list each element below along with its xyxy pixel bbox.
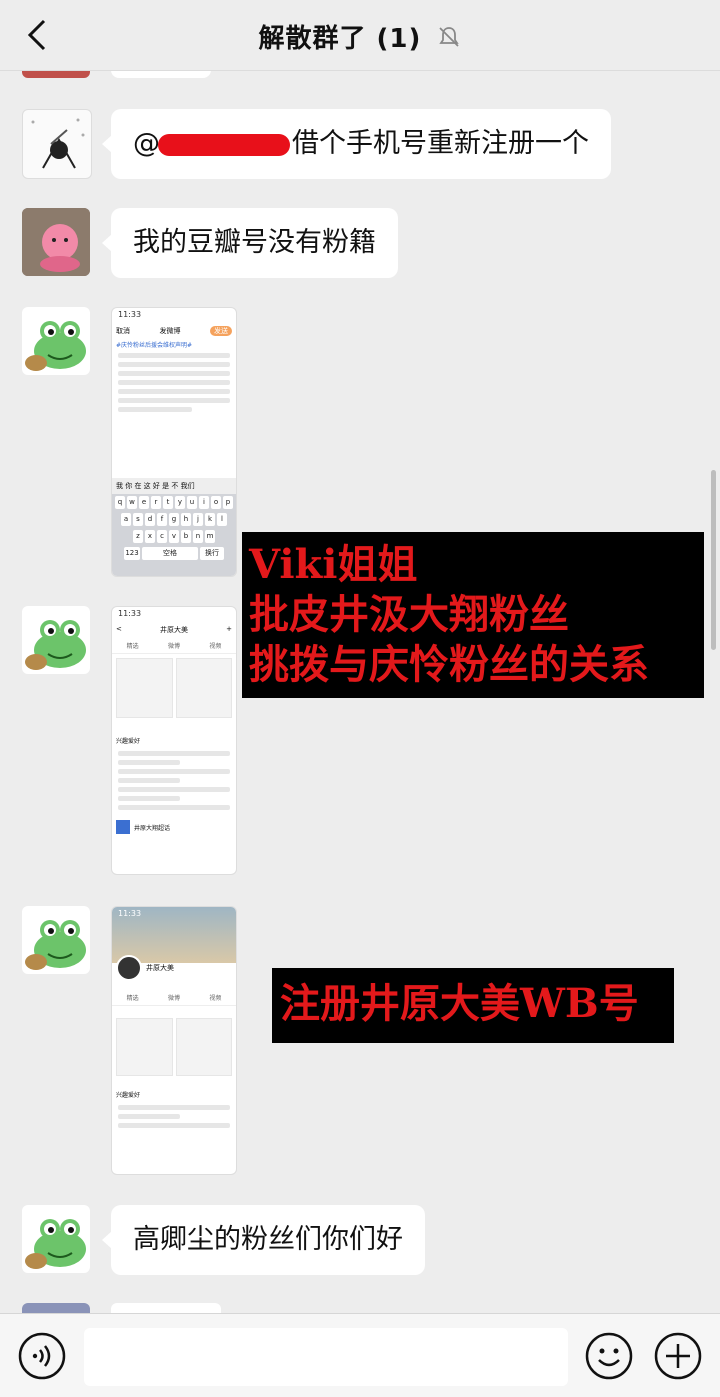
compose-header: 取消 发微博 发送	[112, 326, 236, 336]
message-text: 高卿尘的粉丝们你们好	[133, 1224, 403, 1255]
avatar[interactable]	[22, 109, 92, 179]
status-bar: 11:33	[118, 310, 142, 319]
avatar[interactable]	[22, 208, 90, 276]
profile-tabs: 精选 微博 视频	[112, 641, 236, 654]
avatar[interactable]	[22, 1303, 90, 1313]
photo-placeholders	[112, 654, 236, 722]
message-text: 借个手机号重新注册一个	[292, 128, 589, 159]
pink-plush-avatar-icon	[22, 208, 90, 276]
supergroup-row: 井原大翔超话	[112, 814, 236, 840]
compose-title: 发微博	[159, 327, 181, 335]
profile-identity: 井原大美	[112, 953, 236, 983]
more-button[interactable]	[653, 1331, 703, 1381]
message-text: 我的豆瓣号没有粉籍	[133, 227, 376, 258]
profile-name: 井原大美	[160, 626, 188, 634]
avatar[interactable]	[22, 1205, 90, 1273]
annotation-line: Viki姐姐	[249, 541, 418, 588]
annotation-box: Viki姐姐 批皮井汲大翔粉丝 挑拨与庆怜粉丝的关系	[242, 532, 704, 698]
section-title: 兴趣爱好	[116, 1092, 141, 1099]
avatar[interactable]	[22, 606, 90, 674]
interest-lines	[112, 751, 236, 810]
section-title: 兴趣爱好	[116, 738, 141, 745]
scrollbar[interactable]	[711, 470, 716, 650]
keyboard: 我 你 在 这 好 是 不 我们 qwertyuiop asdfghjkl zx…	[112, 478, 236, 576]
profile-name: 井原大美	[146, 964, 174, 972]
voice-icon	[18, 1332, 66, 1380]
avatar[interactable]	[22, 906, 90, 974]
cancel-label: 取消	[116, 327, 130, 335]
message-bubble[interactable]: @ 借个手机号重新注册一个	[102, 109, 611, 179]
profile-tabs: 精选 微博 视频	[112, 993, 236, 1006]
frog-avatar-icon	[25, 321, 86, 371]
annotation-line: 挑拨与庆怜粉丝的关系	[249, 641, 649, 688]
keyboard-row-1: qwertyuiop	[112, 494, 236, 511]
message-bubble[interactable]: 高卿尘的粉丝们你们好	[102, 1205, 425, 1275]
keyboard-row-3: zxcvbnm	[112, 528, 236, 545]
profile-header: < 井原大美 +	[116, 625, 232, 634]
keyboard-row-4: 123 空格 换行	[112, 545, 236, 562]
frog-avatar-icon	[25, 1219, 86, 1269]
photo-placeholders	[112, 1006, 236, 1080]
chat-title: 解散群了 (1)	[258, 24, 422, 54]
message-input[interactable]	[84, 1328, 568, 1386]
input-bar	[0, 1313, 720, 1397]
partial-bubble	[111, 1303, 221, 1313]
keyboard-row-2: asdfghjkl	[112, 511, 236, 528]
message-bubble[interactable]: 我的豆瓣号没有粉籍	[102, 208, 398, 278]
image-message[interactable]: 11:33 井原大美 精选 微博 视频 兴趣爱好	[111, 906, 237, 1175]
annotation-line: 注册井原大美WB号	[280, 980, 639, 1027]
hashtag-text: #庆怜粉丝后援会维权声明#	[116, 342, 193, 349]
candidate-bar: 我 你 在 这 好 是 不 我们	[112, 478, 236, 494]
emoji-icon	[585, 1332, 633, 1380]
post-body-lines	[112, 353, 236, 412]
mention-prefix: @	[133, 128, 160, 159]
annotation-box: 注册井原大美WB号	[272, 968, 674, 1043]
frog-avatar-icon	[25, 620, 86, 670]
image-message[interactable]: 11:33 取消 发微博 发送 #庆怜粉丝后援会维权声明# 我 你 在 这 好 …	[111, 307, 237, 577]
annotation-line: 批皮井汲大翔粉丝	[249, 591, 569, 638]
plus-circle-icon	[654, 1332, 702, 1380]
sketch-avatar-icon	[31, 118, 85, 169]
emoji-button[interactable]	[584, 1331, 634, 1381]
chat-title-row: 解散群了 (1)	[0, 18, 720, 55]
send-label: 发送	[210, 326, 232, 336]
image-message[interactable]: 11:33 < 井原大美 + 精选 微博 视频 兴趣爱好 井原大翔超话	[111, 606, 237, 875]
redaction-mark	[158, 133, 290, 156]
status-bar: 11:33	[118, 609, 142, 618]
interest-lines	[112, 1105, 236, 1128]
back-label: <	[116, 625, 122, 633]
frog-avatar-icon	[25, 920, 86, 970]
chat-header: 解散群了 (1)	[0, 0, 720, 71]
bell-muted-icon	[439, 27, 460, 47]
avatar[interactable]	[22, 307, 90, 375]
voice-button[interactable]	[17, 1331, 67, 1381]
